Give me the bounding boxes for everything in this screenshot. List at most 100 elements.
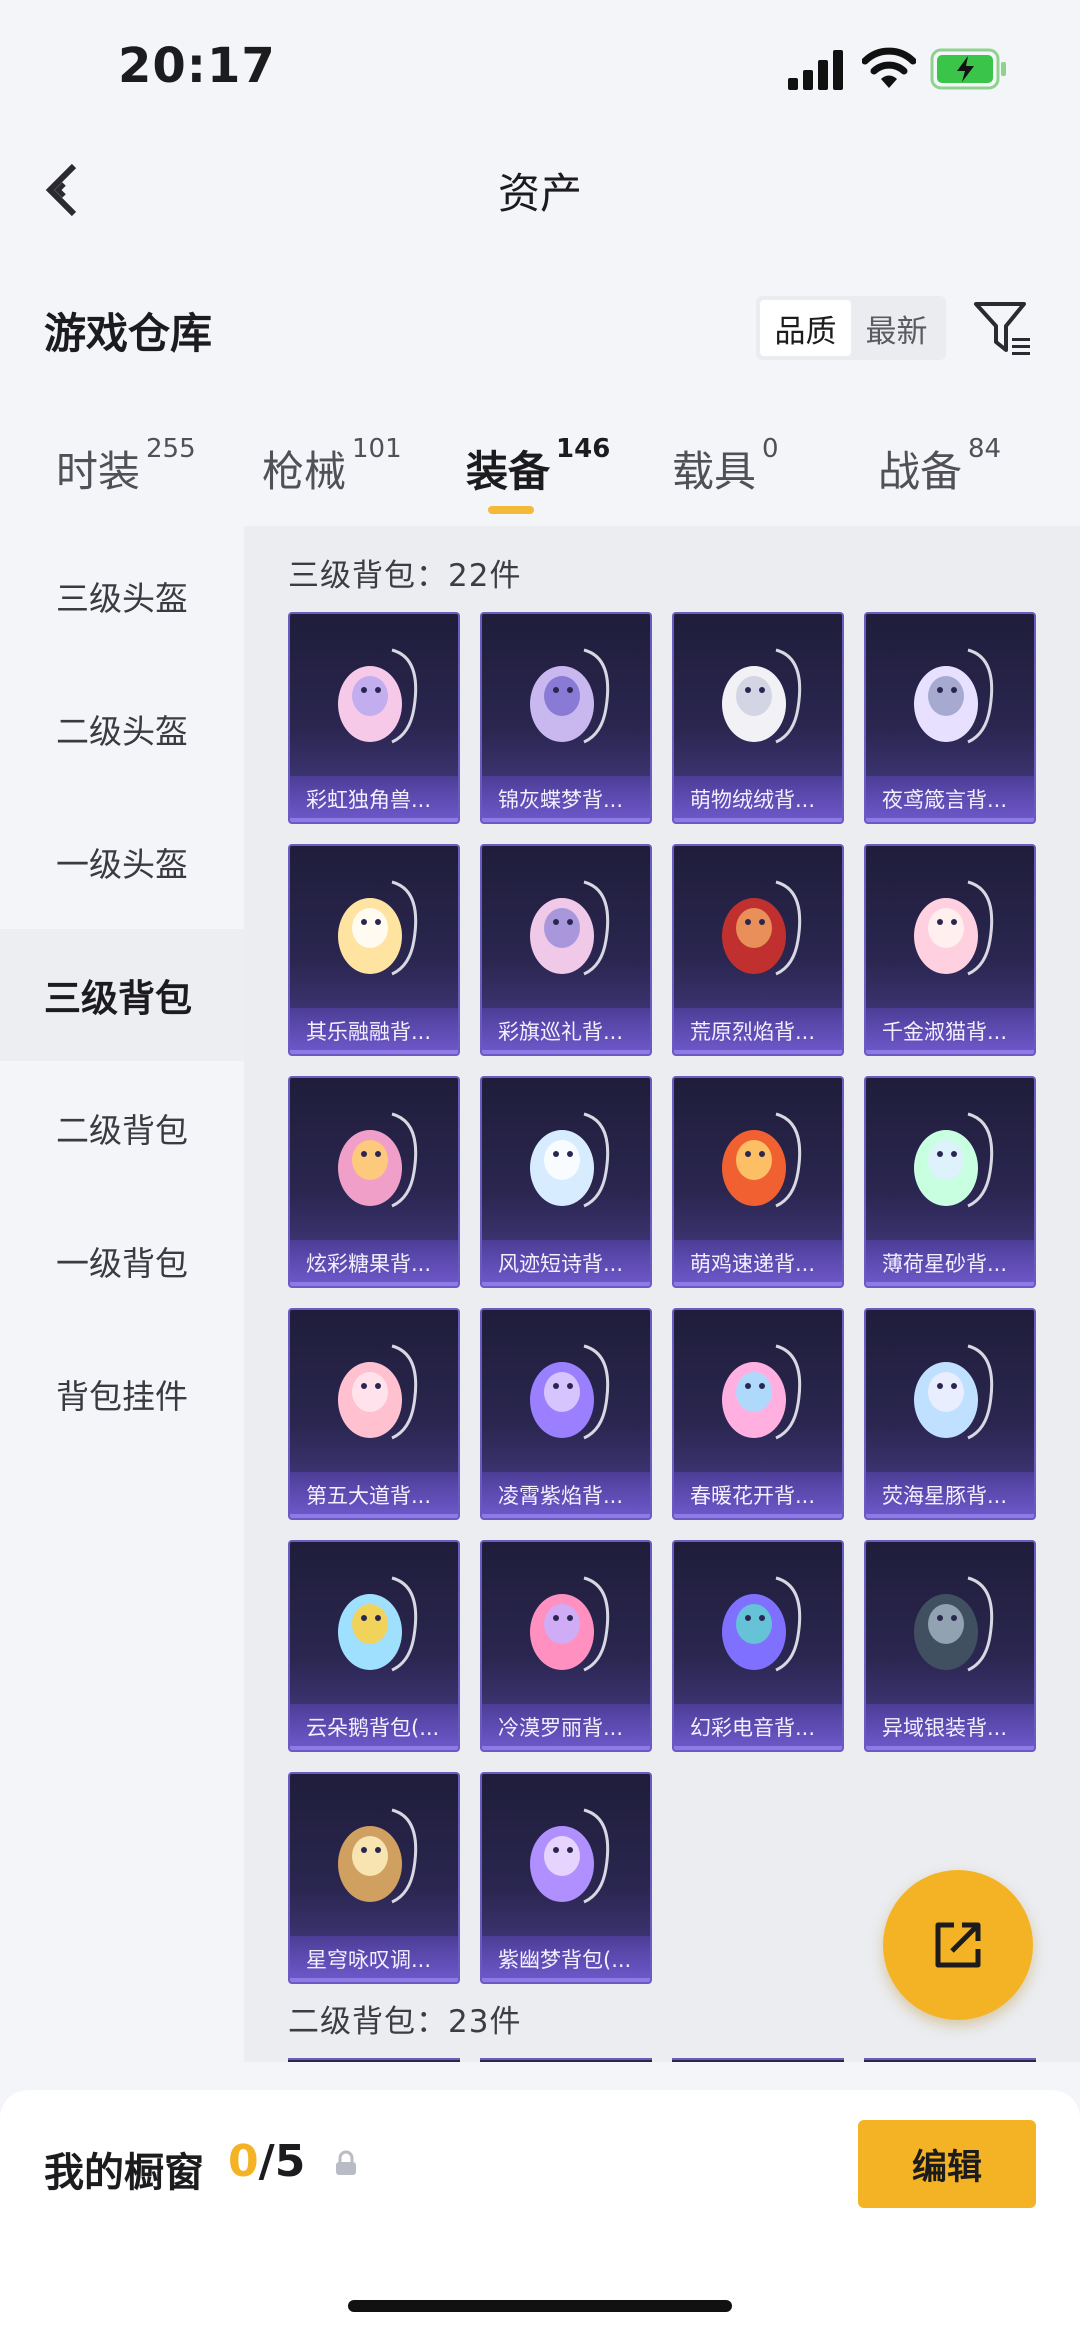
- sidebar-item-backpack-charm[interactable]: 背包挂件: [0, 1328, 244, 1460]
- armor-backpack-icon: [914, 1576, 994, 1672]
- item-card[interactable]: 荧海星豚背...: [864, 1308, 1036, 1520]
- item-name: 夜鸢箴言背...: [866, 776, 1034, 822]
- item-card[interactable]: 异域银装背...: [864, 1540, 1036, 1752]
- tab-equipment[interactable]: 装备 146: [466, 434, 610, 499]
- filter-icon[interactable]: [972, 298, 1034, 360]
- wifi-icon: [862, 47, 916, 88]
- item-name: 炫彩糖果背...: [290, 1240, 458, 1286]
- item-name: 幻彩电音背...: [674, 1704, 842, 1750]
- item-card[interactable]: 星穹咏叹调...: [288, 1772, 460, 1984]
- sidebar-item-level3-helmet[interactable]: 三级头盔: [0, 530, 244, 662]
- item-card[interactable]: 第五大道背...: [288, 1308, 460, 1520]
- item-grid: 彩虹独角兽... 锦灰蝶梦背... 萌物绒绒背... 夜鸢箴言背... 其乐融融背...…: [288, 612, 1036, 1984]
- item-name: 第五大道背...: [290, 1472, 458, 1518]
- item-card[interactable]: 其乐融融背...: [288, 844, 460, 1056]
- flame-backpack-icon: [722, 880, 802, 976]
- candy-backpack-icon: [338, 1112, 418, 1208]
- sort-by-quality[interactable]: 品质: [760, 300, 851, 356]
- sidebar-item-level1-backpack[interactable]: 一级背包: [0, 1195, 244, 1327]
- item-name: 荒原烈焰背...: [674, 1008, 842, 1054]
- item-name: 春暖花开背...: [674, 1472, 842, 1518]
- group-title-level2: 二级背包：23件: [288, 2004, 522, 2040]
- showcase-label: 我的橱窗: [44, 2150, 204, 2196]
- tab-gear[interactable]: 战备 84: [878, 434, 1001, 499]
- item-card[interactable]: 荒原烈焰背...: [672, 844, 844, 1056]
- lock-icon: [336, 2150, 356, 2175]
- purple-flame-backpack-icon: [530, 1344, 610, 1440]
- item-name: 云朵鹅背包(...: [290, 1704, 458, 1750]
- item-card[interactable]: 炫彩糖果背...: [288, 1076, 460, 1288]
- item-card[interactable]: 云朵鹅背包(...: [288, 1540, 460, 1752]
- mint-backpack-icon: [914, 1112, 994, 1208]
- kite-backpack-icon: [914, 648, 994, 744]
- item-name: 萌物绒绒背...: [674, 776, 842, 822]
- item-card[interactable]: 风迹短诗背...: [480, 1076, 652, 1288]
- tab-firearms[interactable]: 枪械 101: [262, 434, 402, 499]
- butterfly-backpack-icon: [530, 648, 610, 744]
- item-card[interactable]: 紫幽梦背包(...: [480, 1772, 652, 1984]
- nav-bar: 资产: [0, 130, 1080, 250]
- item-name: 凌霄紫焰背...: [482, 1472, 650, 1518]
- item-card[interactable]: 夜鸢箴言背...: [864, 612, 1036, 824]
- item-name: 星穹咏叹调...: [290, 1936, 458, 1982]
- edit-button[interactable]: 编辑: [858, 2120, 1036, 2208]
- cat-backpack-icon: [914, 880, 994, 976]
- item-card[interactable]: 千金淑猫背...: [864, 844, 1036, 1056]
- item-name: 彩旗巡礼背...: [482, 1008, 650, 1054]
- unicorn-backpack-icon: [338, 648, 418, 744]
- item-name: 萌鸡速递背...: [674, 1240, 842, 1286]
- sort-toggle: 品质 最新: [756, 296, 946, 360]
- group-title-level3: 三级背包：22件: [288, 558, 522, 594]
- item-card[interactable]: 凌霄紫焰背...: [480, 1308, 652, 1520]
- aria-backpack-icon: [338, 1808, 418, 1904]
- speaker-backpack-icon: [722, 1576, 802, 1672]
- signal-icon: [788, 50, 843, 90]
- heart-backpack-icon: [530, 1576, 610, 1672]
- item-name: 锦灰蝶梦背...: [482, 776, 650, 822]
- status-time: 20:17: [118, 38, 276, 94]
- chick-backpack-icon: [722, 1112, 802, 1208]
- battery-icon: [930, 48, 1006, 90]
- spring-backpack-icon: [722, 1344, 802, 1440]
- item-card[interactable]: 萌物绒绒背...: [672, 612, 844, 824]
- item-card[interactable]: 彩虹独角兽...: [288, 612, 460, 824]
- item-card[interactable]: 彩旗巡礼背...: [480, 844, 652, 1056]
- item-grid-panel[interactable]: 三级背包：22件 彩虹独角兽... 锦灰蝶梦背... 萌物绒绒背... 夜鸢箴言背..…: [244, 526, 1080, 2062]
- item-name: 异域银装背...: [866, 1704, 1034, 1750]
- tab-fashion[interactable]: 时装 255: [56, 434, 196, 499]
- home-indicator: [348, 2300, 732, 2312]
- next-group-row: [288, 2058, 1052, 2062]
- item-name: 风迹短诗背...: [482, 1240, 650, 1286]
- section-title: 游戏仓库: [44, 309, 213, 358]
- sidebar-item-level1-helmet[interactable]: 一级头盔: [0, 796, 244, 928]
- poem-backpack-icon: [530, 1112, 610, 1208]
- item-name: 千金淑猫背...: [866, 1008, 1034, 1054]
- sidebar-item-level2-backpack[interactable]: 二级背包: [0, 1062, 244, 1194]
- share-button[interactable]: [883, 1870, 1033, 2020]
- item-card[interactable]: 冷漠罗丽背...: [480, 1540, 652, 1752]
- item-name: 冷漠罗丽背...: [482, 1704, 650, 1750]
- plush-backpack-icon: [722, 648, 802, 744]
- status-bar: 20:17: [0, 0, 1080, 130]
- item-card[interactable]: 萌鸡速递背...: [672, 1076, 844, 1288]
- flag-backpack-icon: [530, 880, 610, 976]
- dolphin-backpack-icon: [914, 1344, 994, 1440]
- item-card[interactable]: 锦灰蝶梦背...: [480, 612, 652, 824]
- item-card[interactable]: 薄荷星砂背...: [864, 1076, 1036, 1288]
- share-icon: [935, 1922, 981, 1968]
- showcase-count: 0/5: [228, 2136, 306, 2187]
- tab-indicator: [488, 506, 534, 514]
- avenue-backpack-icon: [338, 1344, 418, 1440]
- sidebar-item-level2-helmet[interactable]: 二级头盔: [0, 663, 244, 795]
- item-card[interactable]: 春暖花开背...: [672, 1308, 844, 1520]
- item-card[interactable]: 幻彩电音背...: [672, 1540, 844, 1752]
- violet-dream-backpack-icon: [530, 1808, 610, 1904]
- sidebar-item-level3-backpack[interactable]: 三级背包: [0, 929, 244, 1061]
- cupcake-backpack-icon: [338, 880, 418, 976]
- item-name: 荧海星豚背...: [866, 1472, 1034, 1518]
- item-name: 其乐融融背...: [290, 1008, 458, 1054]
- goose-backpack-icon: [338, 1576, 418, 1672]
- tab-vehicles[interactable]: 载具 0: [672, 434, 779, 499]
- sort-by-newest[interactable]: 最新: [851, 300, 942, 356]
- item-name: 紫幽梦背包(...: [482, 1936, 650, 1982]
